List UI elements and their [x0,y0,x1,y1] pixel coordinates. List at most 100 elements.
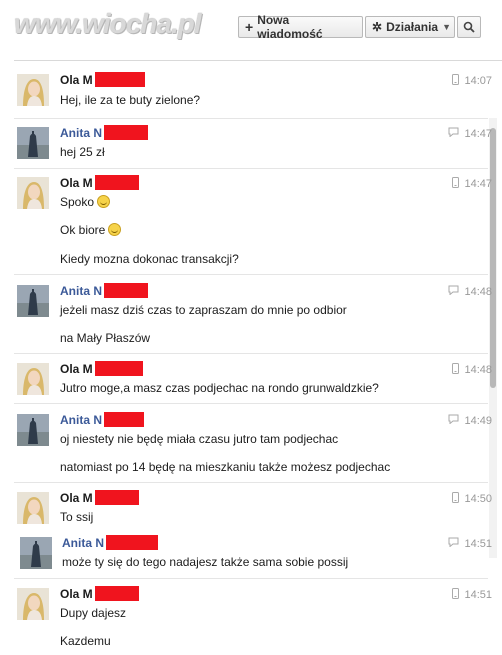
mobile-icon [452,363,460,377]
avatar-ola[interactable] [17,177,49,209]
avatar-ola[interactable] [17,74,49,106]
message-time: 14:51 [448,537,492,550]
message-time: 14:48 [448,285,492,298]
sender-name[interactable]: Anita N [60,125,148,140]
message-text: Dupy dajesz [60,606,126,620]
message-text: Jutro moge,a masz czas podjechac na rond… [60,381,379,395]
message-text: natomiast po 14 będę na mieszkaniu także… [60,460,390,474]
watermark-logo: www.wiocha.pl [14,8,202,39]
message-text-content: Dupy dajesz [60,606,127,620]
redaction-bar [94,361,143,376]
new-message-button[interactable]: + Nowa wiadomość [238,13,363,41]
sender-name[interactable]: Anita N [60,283,148,298]
time-text: 14:47 [464,127,492,140]
sender-name-text: Anita N [62,536,104,550]
message-text: oj niestety nie będę miała czasu jutro t… [60,432,338,446]
search-icon [463,21,475,33]
avatar-anita[interactable] [20,537,52,569]
message-text: To ssij [60,510,93,524]
time-text: 14:48 [464,285,492,298]
new-message-label: Nowa wiadomość [257,13,323,41]
redaction-bar [106,535,158,550]
message-text: Kazdemu [60,634,111,648]
sender-name[interactable]: Ola M [60,175,139,190]
message-text: Hej, ile za te buty zielone? [60,93,200,107]
message-text-content: na Mały Płaszów [60,331,151,345]
avatar-anita[interactable] [17,127,49,159]
mobile-icon [452,74,460,88]
sender-name[interactable]: Ola M [60,361,143,376]
sender-name[interactable]: Ola M [60,72,145,87]
message-text: może ty się do tego nadajesz także sama … [62,555,348,569]
time-text: 14:07 [464,75,492,87]
sender-name-text: Anita N [60,413,102,427]
sender-name[interactable]: Ola M [60,490,139,505]
actions-label: Działania [386,20,439,34]
time-text: 14:51 [464,589,492,601]
mobile-icon [452,177,460,191]
smiley-icon [108,223,122,236]
sender-name[interactable]: Anita N [60,412,144,427]
avatar-anita[interactable] [17,285,49,317]
message-text-content: natomiast po 14 będę na mieszkaniu także… [60,460,391,474]
redaction-bar [104,125,148,140]
message-divider [14,274,488,275]
message-text-content: może ty się do tego nadajesz także sama … [62,555,349,569]
time-text: 14:48 [464,364,492,376]
message-text-content: Hej, ile za te buty zielone? [60,93,201,107]
sender-name-text: Ola M [60,362,93,376]
sender-name[interactable]: Anita N [62,535,158,550]
chat-bubble-icon [448,285,459,298]
message-text-content: To ssij [60,510,94,524]
message-time: 14:49 [448,414,492,427]
message-time: 14:47 [452,177,492,191]
redaction-bar [94,586,139,601]
header-divider [14,60,502,61]
caret-down-icon: ▼ [442,22,452,32]
message-text-content: Jutro moge,a masz czas podjechac na rond… [60,381,379,395]
message-divider [14,578,488,579]
message-text-content: Spoko [60,195,95,209]
sender-name[interactable]: Ola M [60,586,139,601]
message-divider [14,118,488,119]
chat-bubble-icon [448,127,459,140]
redaction-bar [94,175,139,190]
avatar-ola[interactable] [17,588,49,620]
sender-name-text: Ola M [60,587,93,601]
message-text: hej 25 zł [60,145,105,159]
scrollbar-thumb[interactable] [490,128,496,388]
message-text: Spoko [60,195,111,209]
plus-icon: + [245,19,254,35]
time-text: 14:47 [464,178,492,190]
redaction-bar [94,72,145,87]
smiley-icon [97,195,111,208]
message-text-content: Kazdemu [60,634,111,648]
time-text: 14:51 [464,537,492,550]
sender-name-text: Ola M [60,73,93,87]
message-time: 14:51 [452,588,492,602]
avatar-ola[interactable] [17,492,49,524]
search-button[interactable] [457,16,481,38]
avatar-ola[interactable] [17,363,49,395]
avatar-anita[interactable] [17,414,49,446]
time-text: 14:50 [464,493,492,505]
message-text-content: Ok biore [60,223,106,237]
message-time: 14:50 [452,492,492,506]
mobile-icon [452,588,460,602]
message-text: na Mały Płaszów [60,331,150,345]
message-text-content: oj niestety nie będę miała czasu jutro t… [60,432,339,446]
message-time: 14:07 [452,74,492,88]
message-text-content: Kiedy mozna dokonac transakcji? [60,252,239,266]
chat-bubble-icon [448,414,459,427]
message-text: Kiedy mozna dokonac transakcji? [60,252,239,266]
mobile-icon [452,492,460,506]
message-text: Ok biore [60,223,122,237]
message-time: 14:48 [452,363,492,377]
message-time: 14:47 [448,127,492,140]
message-divider [14,403,488,404]
redaction-bar [104,412,144,427]
actions-dropdown[interactable]: ✲ Działania ▼ [365,16,455,38]
sender-name-text: Ola M [60,176,93,190]
redaction-bar [94,490,139,505]
sender-name-text: Anita N [60,284,102,298]
